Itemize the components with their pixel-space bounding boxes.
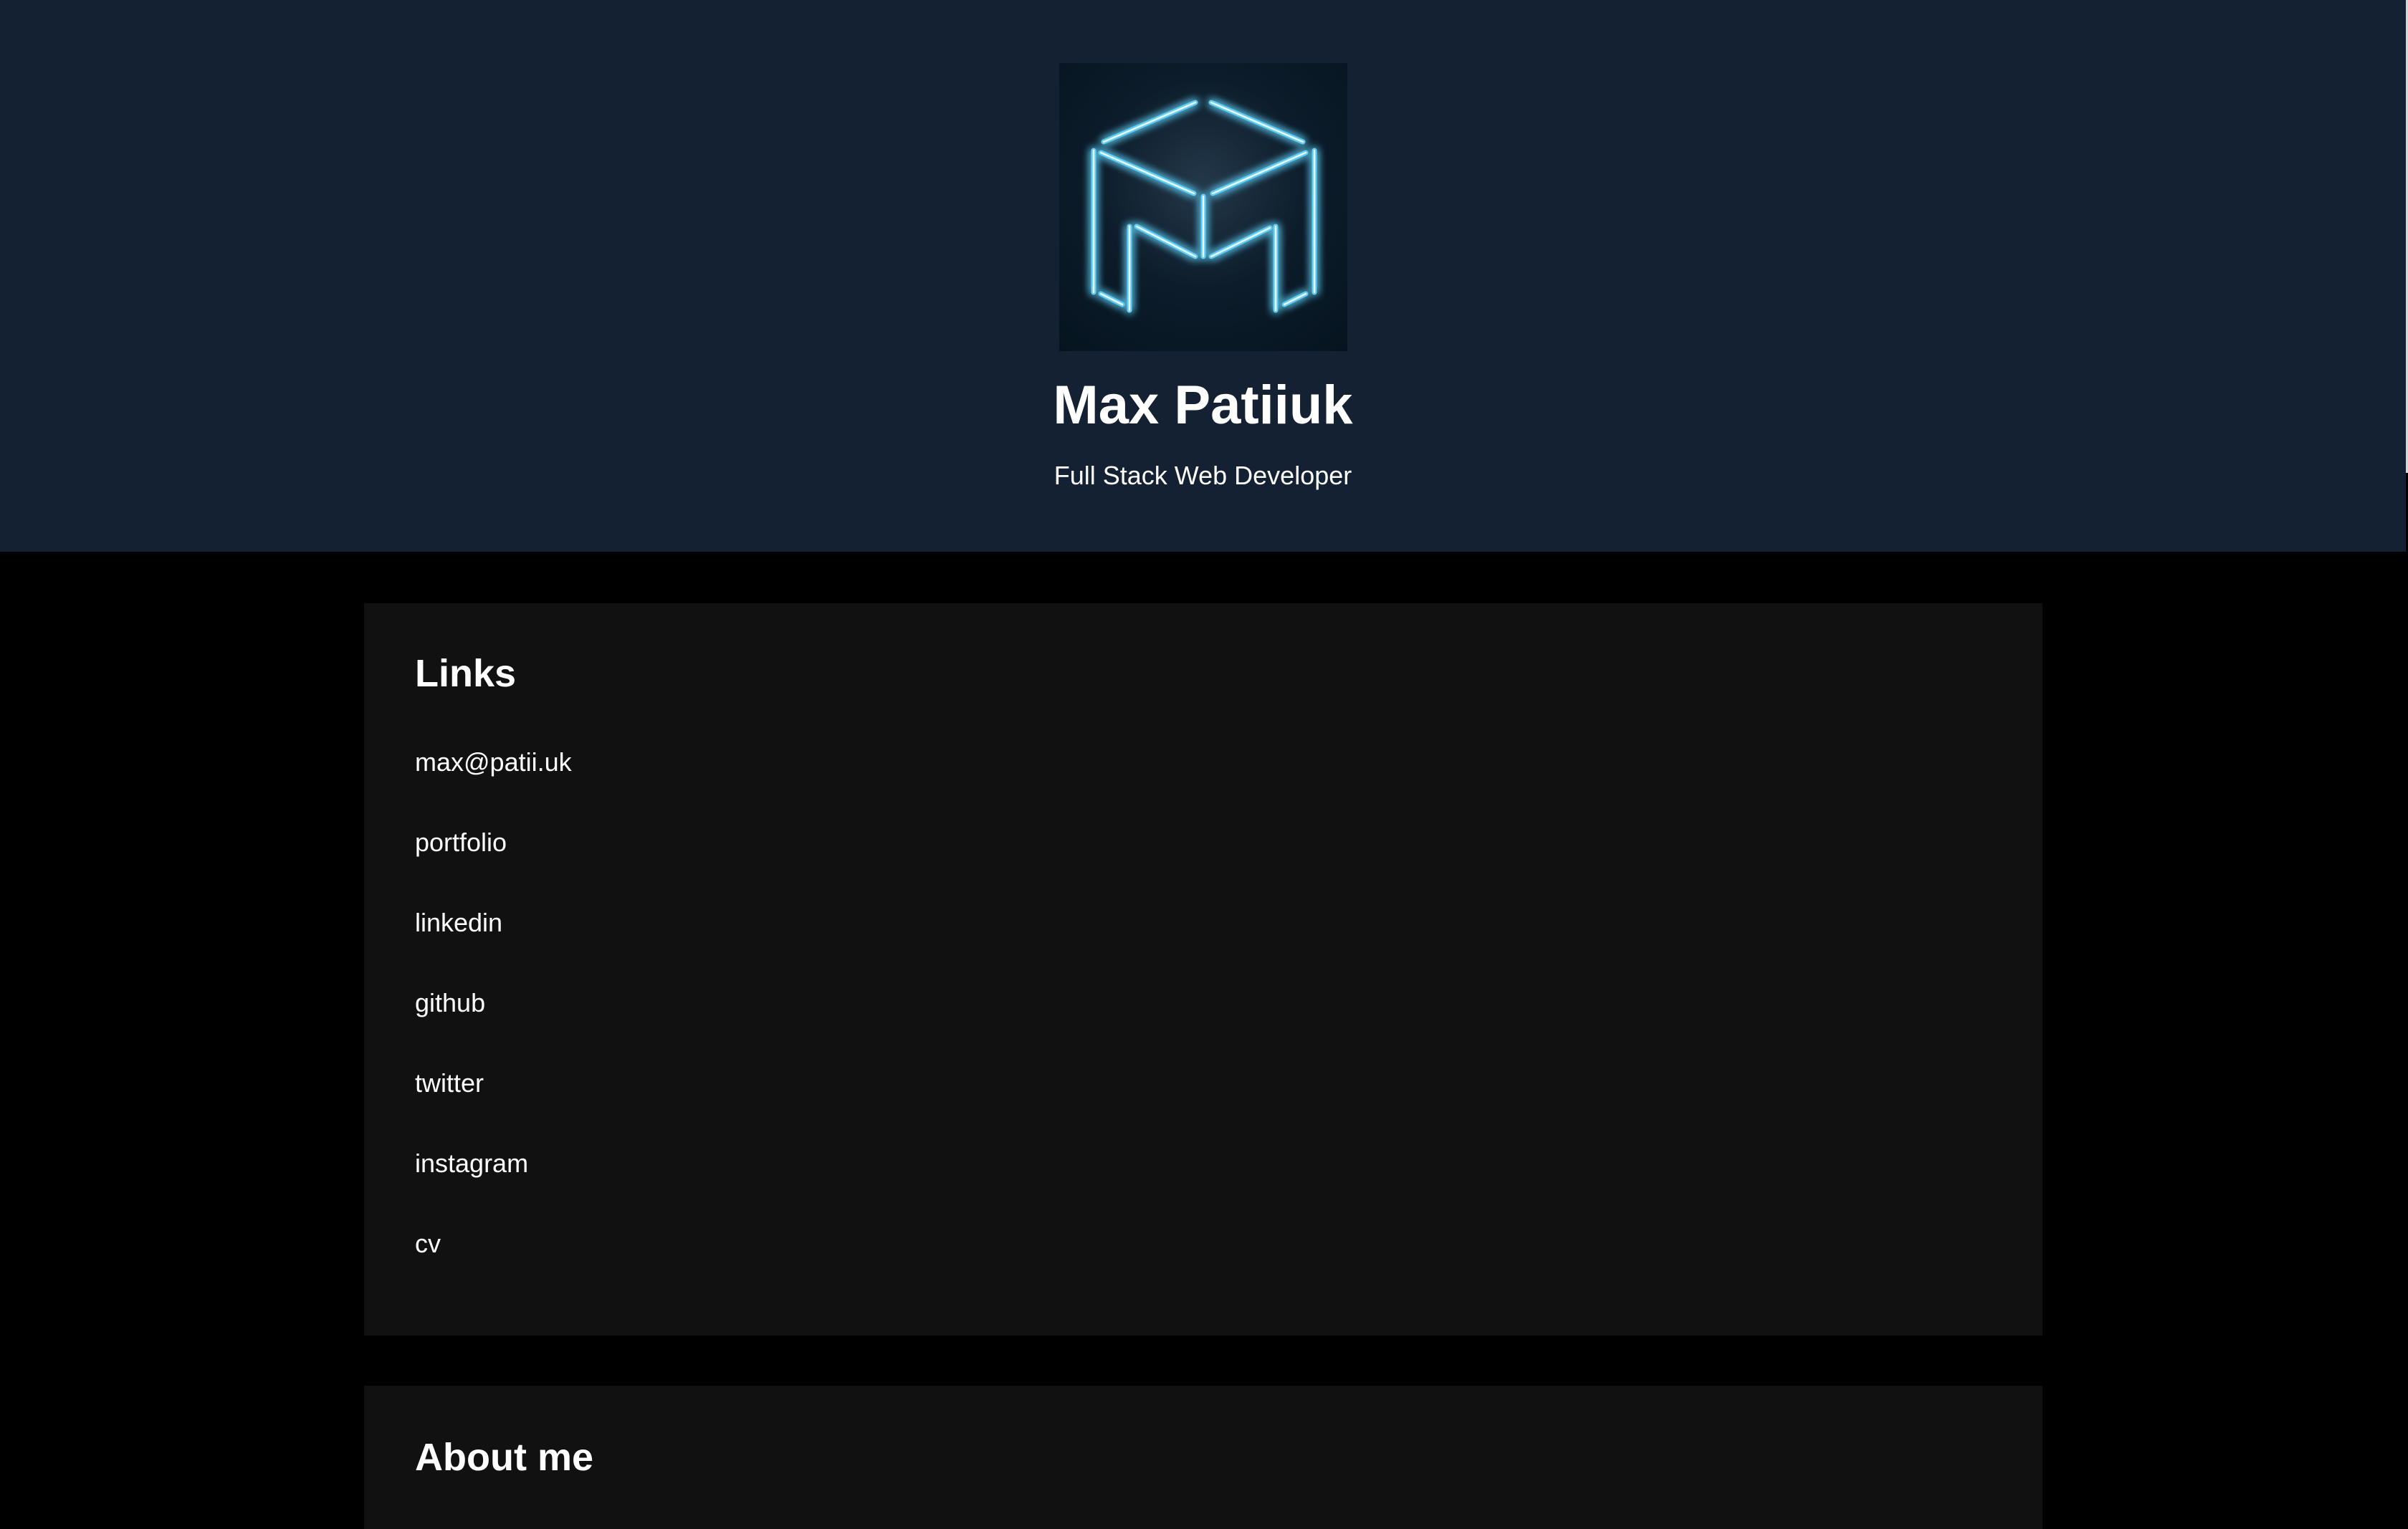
instagram-link[interactable]: instagram	[415, 1149, 528, 1178]
links-card	[364, 603, 2042, 1336]
profile-name: Max Patiiuk	[1053, 375, 1353, 436]
profile-tagline: Full Stack Web Developer	[1054, 461, 1352, 490]
about-heading: About me	[415, 1436, 593, 1479]
list-item: linkedin	[415, 901, 572, 982]
list-item: portfolio	[415, 821, 572, 901]
cv-link[interactable]: cv	[415, 1229, 441, 1258]
about-card	[364, 1386, 2042, 1529]
list-item: cv	[415, 1222, 572, 1303]
logo-image	[1059, 63, 1347, 351]
links-list: max@patii.uk portfolio linkedin github t…	[415, 741, 572, 1303]
list-item: github	[415, 982, 572, 1062]
list-item: instagram	[415, 1142, 572, 1222]
neon-m-cube-logo-icon	[1091, 100, 1317, 313]
twitter-link[interactable]: twitter	[415, 1068, 484, 1098]
github-link[interactable]: github	[415, 988, 485, 1017]
portfolio-link[interactable]: portfolio	[415, 828, 507, 857]
list-item: twitter	[415, 1062, 572, 1142]
list-item: max@patii.uk	[415, 741, 572, 821]
links-heading: Links	[415, 652, 517, 695]
email-link[interactable]: max@patii.uk	[415, 747, 572, 777]
linkedin-link[interactable]: linkedin	[415, 908, 502, 937]
